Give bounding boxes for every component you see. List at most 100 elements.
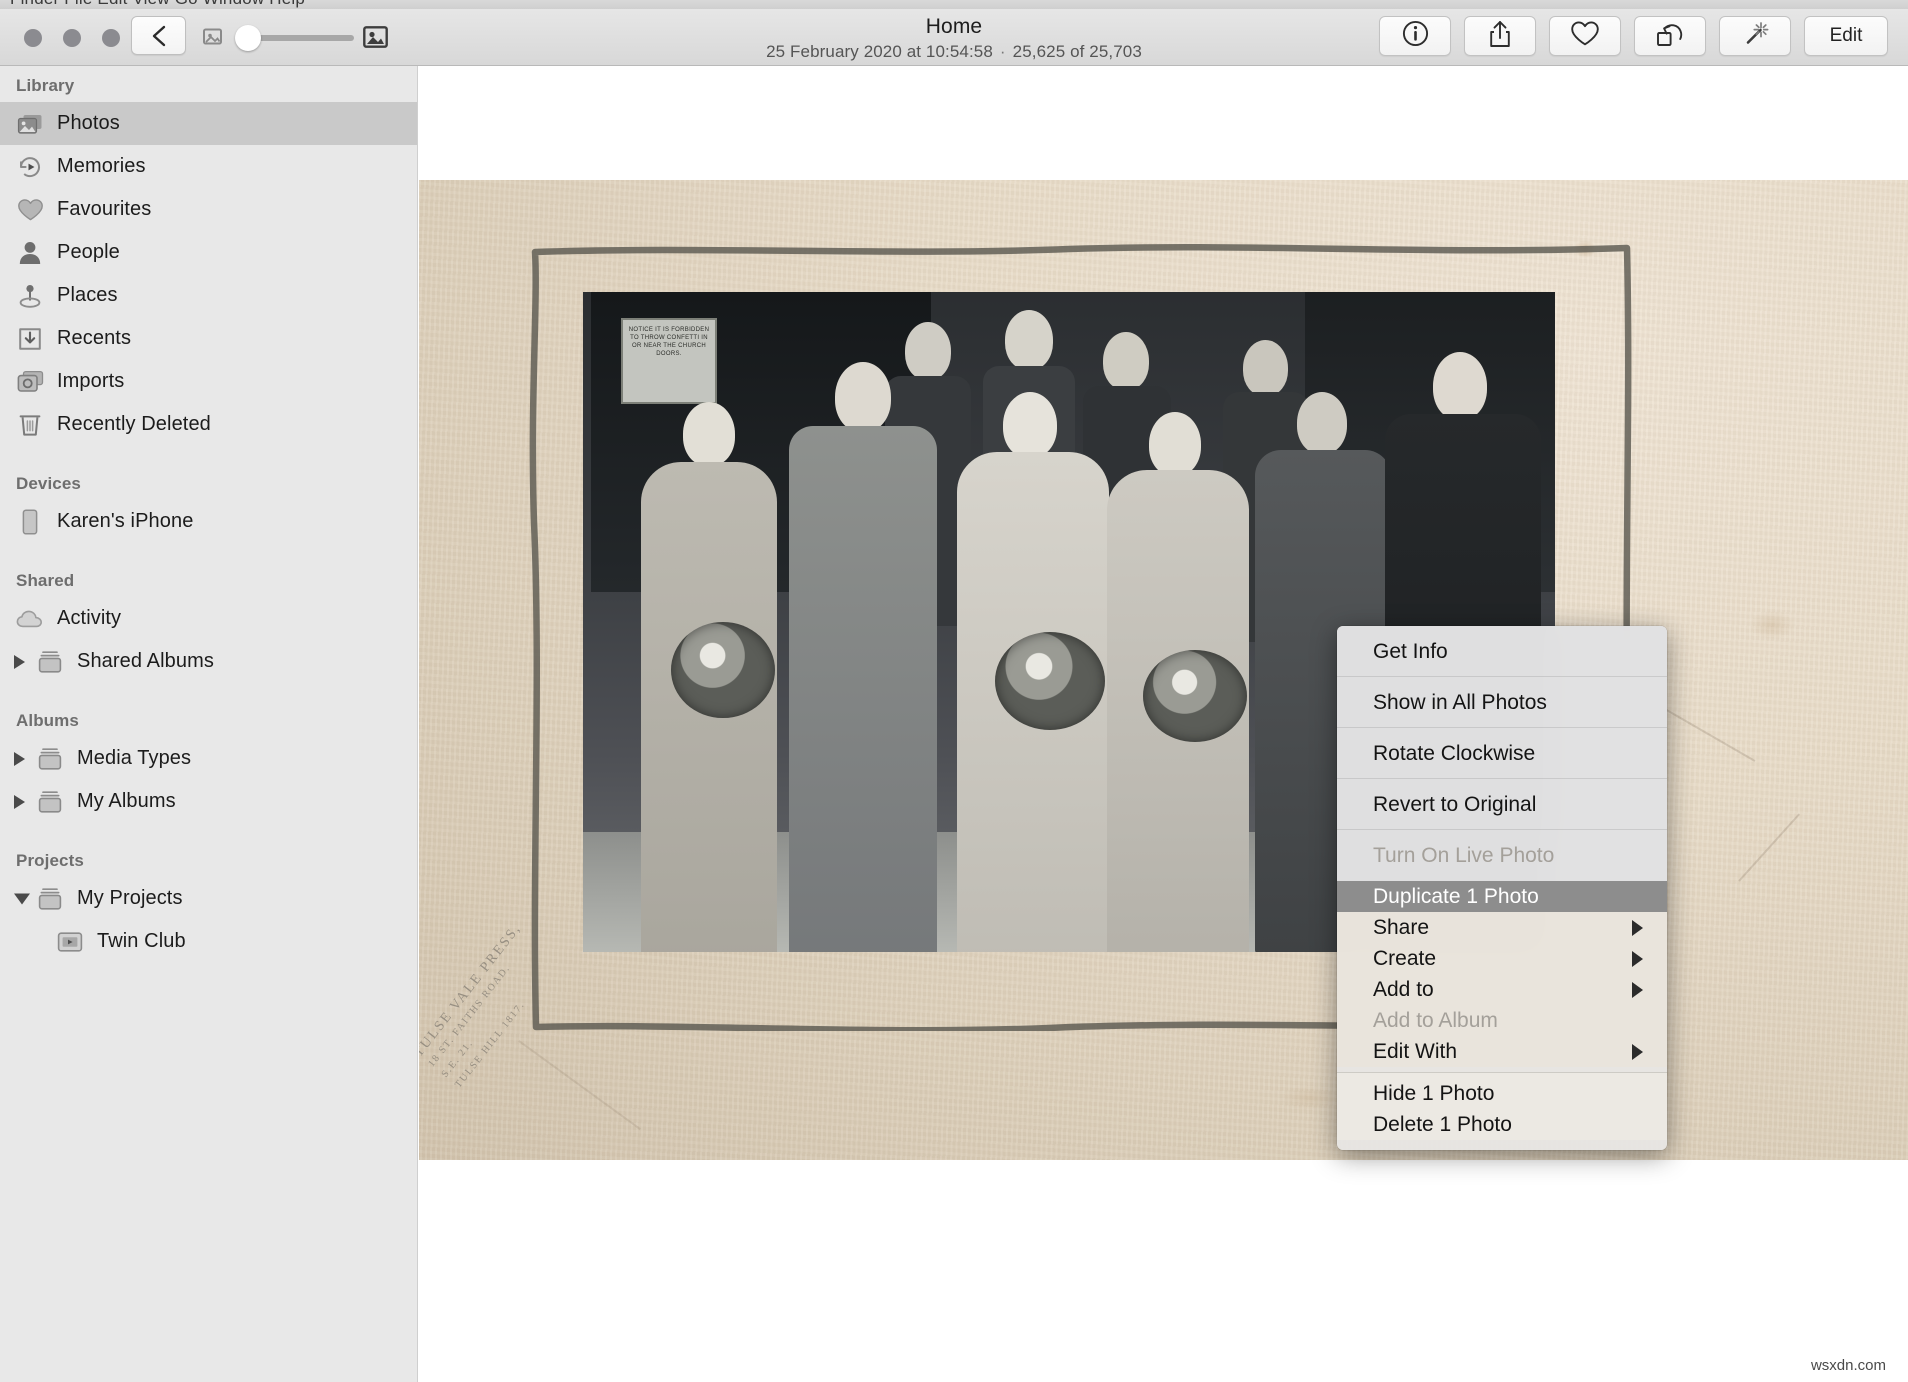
sidebar-spacer <box>0 446 417 464</box>
slider-knob[interactable] <box>235 25 261 51</box>
person-figure <box>783 362 943 952</box>
photograph-mount-board: NOTICE IT IS FORBIDDEN TO THROW CONFETTI… <box>419 180 1908 1160</box>
context-menu[interactable]: Get Info Show in All Photos Rotate Clock… <box>1337 626 1667 1150</box>
album-stack-icon <box>36 648 64 676</box>
back-button[interactable] <box>131 16 186 55</box>
menu-item-label: Create <box>1373 947 1436 970</box>
thumbnail-size-slider[interactable] <box>203 23 388 51</box>
sidebar-item-label: Recently Deleted <box>57 413 211 436</box>
sidebar-item-my-albums[interactable]: My Albums <box>0 780 417 823</box>
edit-button-label: Edit <box>1830 25 1863 47</box>
menu-item-add-to[interactable]: Add to <box>1337 974 1667 1005</box>
sidebar-item-label: Twin Club <box>97 930 186 953</box>
favourite-button[interactable] <box>1549 16 1621 56</box>
head <box>1003 392 1057 458</box>
sidebar-item-label: Recents <box>57 327 131 350</box>
sidebar-item-label: Karen's iPhone <box>57 510 193 533</box>
sidebar[interactable]: Library Photos Memories Favourites <box>0 66 418 1382</box>
zoom-button[interactable] <box>102 29 120 47</box>
sidebar-item-places[interactable]: Places <box>0 274 417 317</box>
share-button[interactable] <box>1464 16 1536 56</box>
sidebar-item-label: Activity <box>57 607 121 630</box>
chevron-down-icon[interactable] <box>14 893 30 904</box>
map-pin-icon <box>16 282 44 310</box>
desktop-menu-bar[interactable]: Finder File Edit View Go Window Help <box>0 0 1908 9</box>
auto-enhance-button[interactable] <box>1719 16 1791 56</box>
sidebar-item-my-projects[interactable]: My Projects <box>0 877 417 920</box>
sidebar-item-shared-albums[interactable]: Shared Albums <box>0 640 417 683</box>
menu-item-edit-with[interactable]: Edit With <box>1337 1036 1667 1067</box>
slideshow-icon <box>56 928 84 956</box>
context-menu-group-3: Hide 1 Photo Delete 1 Photo <box>1337 1072 1667 1140</box>
album-stack-icon <box>36 788 64 816</box>
menu-divider <box>1337 1072 1667 1073</box>
heart-outline-icon <box>1570 20 1600 52</box>
menu-item-show-in-all-photos[interactable]: Show in All Photos <box>1337 677 1667 728</box>
cloud-icon <box>16 605 44 633</box>
sidebar-item-photos[interactable]: Photos <box>0 102 417 145</box>
menu-item-share[interactable]: Share <box>1337 912 1667 943</box>
menu-item-hide-1-photo[interactable]: Hide 1 Photo <box>1337 1078 1667 1109</box>
sidebar-section-albums: Albums <box>0 701 417 737</box>
sidebar-item-favourites[interactable]: Favourites <box>0 188 417 231</box>
person-figure <box>953 392 1113 952</box>
rotate-counterclockwise-icon <box>1655 20 1685 53</box>
context-menu-group-1: Get Info Show in All Photos Rotate Clock… <box>1337 626 1667 881</box>
body <box>789 426 937 952</box>
sidebar-item-media-types[interactable]: Media Types <box>0 737 417 780</box>
sidebar-section-projects: Projects <box>0 841 417 877</box>
photo-viewer: NOTICE IT IS FORBIDDEN TO THROW CONFETTI… <box>419 66 1908 1382</box>
head <box>1149 412 1201 476</box>
close-button[interactable] <box>24 29 42 47</box>
sidebar-item-recents[interactable]: Recents <box>0 317 417 360</box>
info-button[interactable] <box>1379 16 1451 56</box>
person-icon <box>16 239 44 267</box>
sidebar-item-karens-iphone[interactable]: Karen's iPhone <box>0 500 417 543</box>
head <box>683 402 735 466</box>
menu-item-revert-to-original[interactable]: Revert to Original <box>1337 779 1667 830</box>
menu-item-add-to-album: Add to Album <box>1337 1005 1667 1036</box>
sidebar-item-people[interactable]: People <box>0 231 417 274</box>
sidebar-item-imports[interactable]: Imports <box>0 360 417 403</box>
menu-item-create[interactable]: Create <box>1337 943 1667 974</box>
menu-item-duplicate-1-photo[interactable]: Duplicate 1 Photo <box>1337 881 1667 912</box>
sidebar-item-memories[interactable]: Memories <box>0 145 417 188</box>
edit-button[interactable]: Edit <box>1804 16 1888 56</box>
chevron-right-icon[interactable] <box>14 795 25 809</box>
photo-date: 25 February 2020 at 10:54:58 <box>766 42 993 61</box>
notice-sign: NOTICE IT IS FORBIDDEN TO THROW CONFETTI… <box>621 318 717 404</box>
photo-index-count: 25,625 of 25,703 <box>1013 42 1142 61</box>
chevron-right-icon[interactable] <box>14 655 25 669</box>
menu-item-delete-1-photo[interactable]: Delete 1 Photo <box>1337 1109 1667 1140</box>
submenu-arrow-icon <box>1632 920 1643 936</box>
bouquet <box>671 622 775 718</box>
sidebar-spacer <box>0 543 417 561</box>
window-controls[interactable] <box>24 29 120 47</box>
rotate-button[interactable] <box>1634 16 1706 56</box>
menu-item-get-info[interactable]: Get Info <box>1337 626 1667 677</box>
menu-bar-items: Finder File Edit View Go Window Help <box>10 0 305 9</box>
sidebar-item-label: People <box>57 241 120 264</box>
sidebar-item-twin-club[interactable]: Twin Club <box>0 920 417 963</box>
site-watermark: wsxdn.com <box>1811 1357 1886 1374</box>
camera-icon <box>16 368 44 396</box>
menu-item-turn-on-live-photo: Turn On Live Photo <box>1337 830 1667 881</box>
large-thumbnail-icon <box>363 26 388 53</box>
chevron-right-icon[interactable] <box>14 752 25 766</box>
subtitle-separator: · <box>993 42 1013 61</box>
head <box>1005 310 1053 370</box>
minimise-button[interactable] <box>63 29 81 47</box>
memories-play-icon <box>16 153 44 181</box>
head <box>835 362 891 432</box>
sidebar-item-recently-deleted[interactable]: Recently Deleted <box>0 403 417 446</box>
small-thumbnail-icon <box>203 28 222 50</box>
head <box>1297 392 1347 454</box>
toolbar-actions: Edit <box>1379 16 1888 56</box>
chevron-left-icon <box>149 24 169 48</box>
sidebar-spacer <box>0 823 417 841</box>
trash-icon <box>16 411 44 439</box>
info-circle-icon <box>1402 20 1429 52</box>
menu-item-rotate-clockwise[interactable]: Rotate Clockwise <box>1337 728 1667 779</box>
sidebar-item-activity[interactable]: Activity <box>0 597 417 640</box>
sidebar-item-label: Shared Albums <box>77 650 214 673</box>
